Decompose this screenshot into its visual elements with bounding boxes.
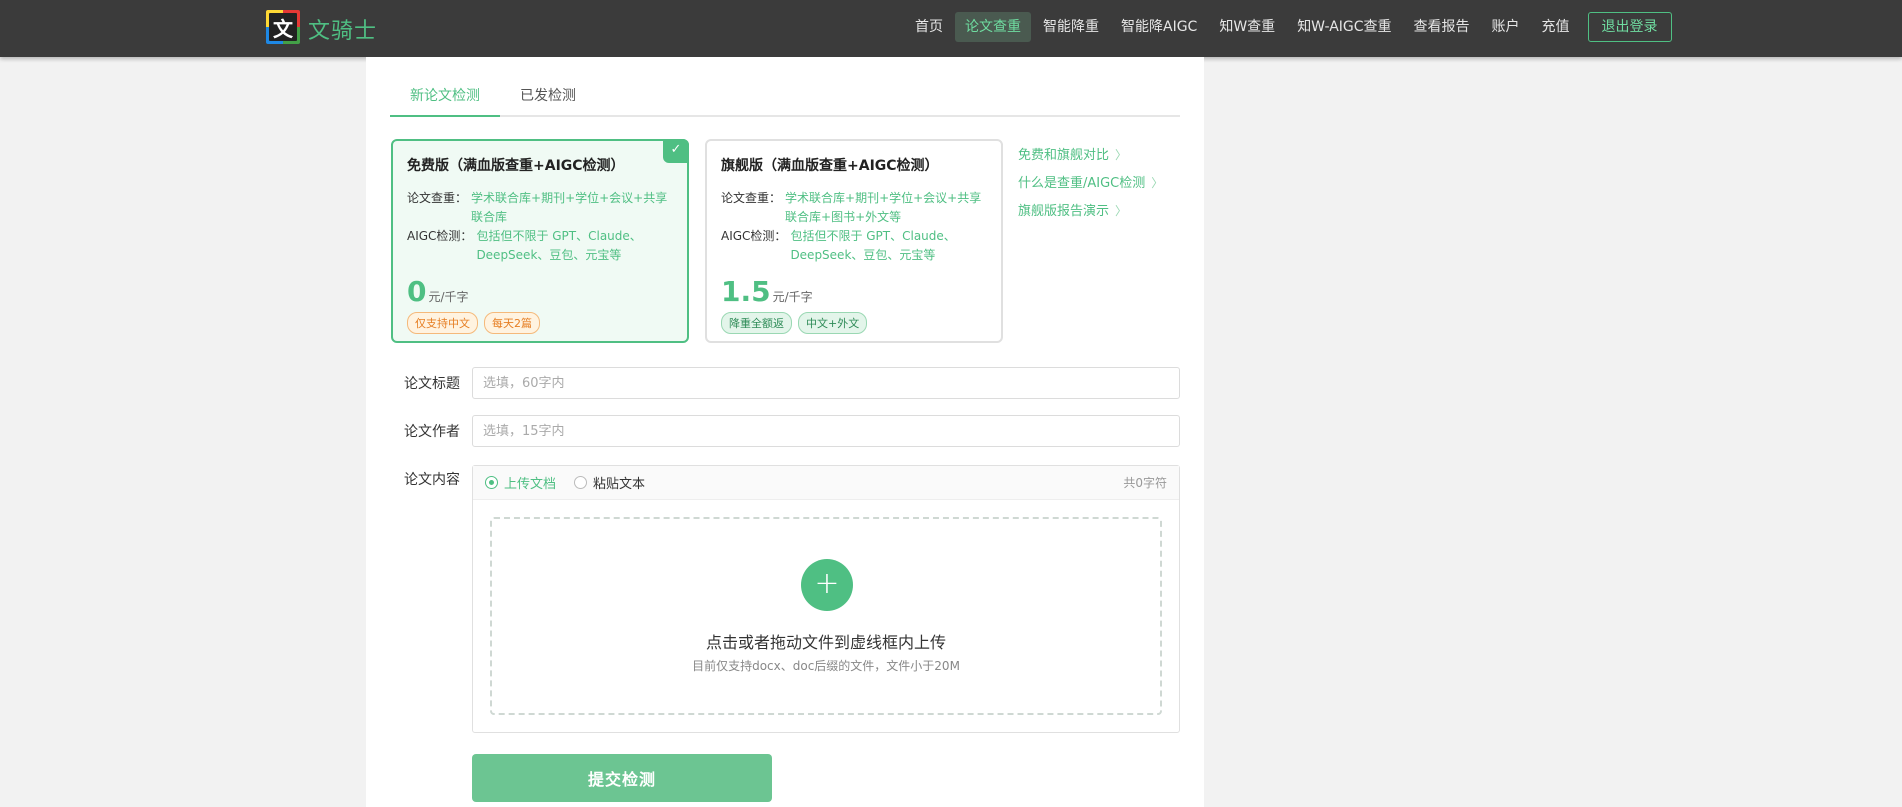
link-plan-compare[interactable]: 免费和旗舰对比〉 xyxy=(1018,141,1163,169)
radio-paste-text[interactable]: 粘贴文本 xyxy=(574,473,645,492)
plan-price: 0 元/千字 xyxy=(407,275,673,308)
drop-zone-title: 点击或者拖动文件到虚线框内上传 xyxy=(705,633,946,652)
checkmark-icon: ✓ xyxy=(663,139,689,163)
nav-item-home[interactable]: 首页 xyxy=(905,12,953,42)
file-drop-zone[interactable]: + 点击或者拖动文件到虚线框内上传 目前仅支持docx、doc后缀的文件，文件小… xyxy=(490,517,1162,715)
title-label: 论文标题 xyxy=(404,376,460,392)
plan-feature-check: 论文查重： 学术联合库+期刊+学位+会议+共享联合库 xyxy=(407,189,673,227)
plan-feature-check: 论文查重： 学术联合库+期刊+学位+会议+共享联合库+图书+外文等 xyxy=(721,189,987,227)
price-unit: 元/千字 xyxy=(772,290,813,304)
logo-icon[interactable]: 文 xyxy=(266,10,300,44)
link-what-is-check[interactable]: 什么是查重/AIGC检测〉 xyxy=(1018,169,1163,197)
plan-info-links: 免费和旗舰对比〉 什么是查重/AIGC检测〉 旗舰版报告演示〉 xyxy=(1018,141,1163,225)
price-number: 0 xyxy=(407,275,427,308)
plan-title: 旗舰版（满血版查重+AIGC检测） xyxy=(721,158,939,174)
radio-label: 粘贴文本 xyxy=(593,477,646,492)
nav-item-zhiw-aigc-check[interactable]: 知W-AIGC查重 xyxy=(1287,12,1401,42)
chevron-right-icon: 〉 xyxy=(1115,204,1128,218)
logout-button[interactable]: 退出登录 xyxy=(1587,12,1672,42)
price-unit: 元/千字 xyxy=(428,290,469,304)
char-counter: 共0字符 xyxy=(1123,476,1167,490)
feature-label: 论文查重： xyxy=(721,191,782,205)
form-row-author: 论文作者 xyxy=(390,415,1180,447)
nav-item-recharge[interactable]: 充值 xyxy=(1532,12,1580,42)
plan-price: 1.5 元/千字 xyxy=(721,275,987,308)
author-label: 论文作者 xyxy=(404,424,460,440)
radio-label: 上传文档 xyxy=(504,477,557,492)
feature-label: AIGC检测： xyxy=(721,229,787,243)
main-panel: 新论文检测 已发检测 ✓ 免费版（满血版查重+AIGC检测） 论文查重： 学术联… xyxy=(366,57,1204,807)
brand-name[interactable]: 文骑士 xyxy=(308,13,377,45)
radio-unselected-icon xyxy=(574,476,588,489)
tab-published-paper[interactable]: 已发检测 xyxy=(520,77,610,117)
link-label: 旗舰版报告演示 xyxy=(1018,204,1110,219)
plan-tag: 仅支持中文 xyxy=(407,312,478,334)
link-flagship-demo[interactable]: 旗舰版报告演示〉 xyxy=(1018,197,1163,225)
paper-title-input[interactable] xyxy=(472,367,1180,399)
plan-tag: 中文+外文 xyxy=(798,312,868,334)
nav-item-account[interactable]: 账户 xyxy=(1482,12,1530,42)
content-mode-bar: 上传文档 粘贴文本 共0字符 xyxy=(473,466,1179,500)
top-nav-bar: 文 文骑士 首页 论文查重 智能降重 智能降AIGC 知W查重 知W-AIGC查… xyxy=(0,0,1902,57)
plan-tag: 降重全额返 xyxy=(721,312,792,334)
form-row-content: 论文内容 xyxy=(390,465,472,493)
submit-check-button[interactable]: 提交检测 xyxy=(472,754,772,802)
drop-zone-hint: 目前仅支持docx、doc后缀的文件，文件小于20M xyxy=(692,659,960,673)
plus-icon[interactable]: + xyxy=(801,559,853,611)
plan-card-free[interactable]: ✓ 免费版（满血版查重+AIGC检测） 论文查重： 学术联合库+期刊+学位+会议… xyxy=(391,139,689,343)
nav-item-view-report[interactable]: 查看报告 xyxy=(1404,12,1480,42)
feature-label: AIGC检测： xyxy=(407,229,473,243)
chevron-right-icon: 〉 xyxy=(1115,148,1128,162)
logo-glyph: 文 xyxy=(269,13,297,41)
radio-upload-doc[interactable]: 上传文档 xyxy=(485,473,556,492)
form-row-title: 论文标题 xyxy=(390,367,1180,399)
plan-card-flagship[interactable]: 旗舰版（满血版查重+AIGC检测） 论文查重： 学术联合库+期刊+学位+会议+共… xyxy=(705,139,1003,343)
plan-feature-aigc: AIGC检测： 包括但不限于 GPT、Claude、DeepSeek、豆包、元宝… xyxy=(721,227,987,265)
tab-new-paper[interactable]: 新论文检测 xyxy=(390,77,500,117)
plan-title: 免费版（满血版查重+AIGC检测） xyxy=(407,158,625,174)
nav-item-smart-rewrite[interactable]: 智能降重 xyxy=(1033,12,1109,42)
feature-value: 包括但不限于 GPT、Claude、DeepSeek、豆包、元宝等 xyxy=(476,229,642,262)
nav-item-zhiw-check[interactable]: 知W查重 xyxy=(1209,12,1285,42)
chevron-right-icon: 〉 xyxy=(1151,176,1164,190)
content-label: 论文内容 xyxy=(404,472,460,488)
feature-label: 论文查重： xyxy=(407,191,468,205)
link-label: 什么是查重/AIGC检测 xyxy=(1018,176,1146,191)
feature-value: 学术联合库+期刊+学位+会议+共享联合库+图书+外文等 xyxy=(785,191,982,224)
link-label: 免费和旗舰对比 xyxy=(1018,148,1110,163)
nav-item-paper-check[interactable]: 论文查重 xyxy=(955,12,1031,42)
paper-author-input[interactable] xyxy=(472,415,1180,447)
main-nav: 首页 论文查重 智能降重 智能降AIGC 知W查重 知W-AIGC查重 查看报告… xyxy=(905,12,1672,42)
price-number: 1.5 xyxy=(721,275,771,308)
feature-value: 包括但不限于 GPT、Claude、DeepSeek、豆包、元宝等 xyxy=(790,229,956,262)
detection-tabs: 新论文检测 已发检测 xyxy=(390,77,1180,117)
radio-selected-icon xyxy=(485,476,498,489)
plan-tags: 仅支持中文 每天2篇 xyxy=(407,312,673,334)
plan-feature-aigc: AIGC检测： 包括但不限于 GPT、Claude、DeepSeek、豆包、元宝… xyxy=(407,227,673,265)
plan-tag: 每天2篇 xyxy=(484,312,540,334)
nav-item-smart-aigc-reduce[interactable]: 智能降AIGC xyxy=(1111,12,1207,42)
plan-tags: 降重全额返 中文+外文 xyxy=(721,312,987,334)
paper-content-box: 上传文档 粘贴文本 共0字符 + 点击或者拖动文件到虚线框内上传 目前仅支持do… xyxy=(472,465,1180,733)
feature-value: 学术联合库+期刊+学位+会议+共享联合库 xyxy=(471,191,668,224)
